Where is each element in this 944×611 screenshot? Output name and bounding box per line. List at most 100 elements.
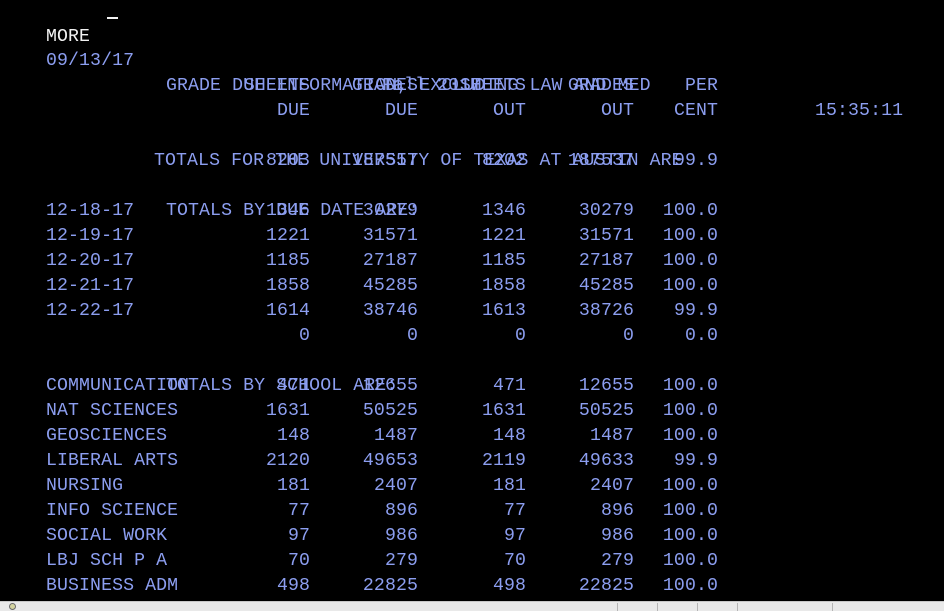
university-grades-due: 187557 xyxy=(351,151,418,171)
due-date-grades-due: 30279 xyxy=(362,201,418,221)
text-cursor xyxy=(107,17,118,19)
header-per-cent-bottom: CENT xyxy=(673,101,718,121)
school-row: NURSING 181 2407 181 2407 100.0 xyxy=(0,474,944,499)
due-date-sheets-out: 1221 xyxy=(481,226,526,246)
school-grades-out: 50525 xyxy=(578,401,634,421)
header-grades-out-bottom: OUT xyxy=(600,101,634,121)
title-line: 09/13/17 GRADE DUE INFORMATION, EXCLUDIN… xyxy=(0,24,944,121)
school-row: NAT SCIENCES 1631 50525 1631 50525 100.0 xyxy=(0,399,944,424)
due-date-grades-due: 45285 xyxy=(362,276,418,296)
due-date-row: 12-18-17 1346 30279 1346 30279 100.0 xyxy=(0,199,944,224)
school-per-cent: 100.0 xyxy=(662,551,718,571)
due-date-grades-due: 38746 xyxy=(362,301,418,321)
university-totals-row: 8203 187557 8202 187537 99.9 xyxy=(0,149,944,174)
school-grades-due: 2407 xyxy=(373,476,418,496)
school-sheets-due: 1631 xyxy=(265,401,310,421)
due-date-grades-out: 38726 xyxy=(578,301,634,321)
school-sheets-out: 498 xyxy=(492,576,526,596)
school-row: SOCIAL WORK 97 986 97 986 100.0 xyxy=(0,524,944,549)
school-row: LIBERAL ARTS 2120 49653 2119 49633 99.9 xyxy=(0,449,944,474)
school-sheets-out: 97 xyxy=(503,526,526,546)
due-date-sheets-due: 1346 xyxy=(265,201,310,221)
due-date-sheets-out: 1858 xyxy=(481,276,526,296)
header-grades-out-top: GRADES xyxy=(567,76,634,96)
due-date-per-cent: 100.0 xyxy=(662,251,718,271)
school-sheets-out: 77 xyxy=(503,501,526,521)
header-sheets-out-top: SHEETS xyxy=(459,76,526,96)
school-grades-out: 1487 xyxy=(589,426,634,446)
school-label: NURSING xyxy=(46,476,124,496)
due-date-row: 12-21-17 1858 45285 1858 45285 100.0 xyxy=(0,274,944,299)
more-prompt-line: MORE xyxy=(0,0,90,47)
header-sheets-out-bottom: OUT xyxy=(492,101,526,121)
school-row: GEOSCIENCES 148 1487 148 1487 100.0 xyxy=(0,424,944,449)
due-date-per-cent: 100.0 xyxy=(662,201,718,221)
due-date-sheets-due: 1614 xyxy=(265,301,310,321)
due-date-per-cent: 99.9 xyxy=(673,301,718,321)
school-row: INFO SCIENCE 77 896 77 896 100.0 xyxy=(0,499,944,524)
university-label-line: TOTALS FOR THE UNIVERSITY OF TEXAS AT AU… xyxy=(0,124,944,171)
school-per-cent: 100.0 xyxy=(662,501,718,521)
school-label: COMMUNICATION xyxy=(46,376,190,396)
school-per-cent: 99.9 xyxy=(673,451,718,471)
due-date-grades-due: 0 xyxy=(406,326,418,346)
school-per-cent: 100.0 xyxy=(662,426,718,446)
school-sheets-due: 2120 xyxy=(265,451,310,471)
due-date-sheets-out: 1346 xyxy=(481,201,526,221)
school-grades-due: 279 xyxy=(384,551,418,571)
due-date-label-line: TOTALS BY DUE DATE ARE: xyxy=(0,174,944,221)
session-status-icon xyxy=(9,603,16,610)
due-date-sheets-due: 1185 xyxy=(265,251,310,271)
due-date-per-cent: 100.0 xyxy=(662,226,718,246)
terminal-screen[interactable]: MORE 09/13/17 GRADE DUE INFORMATION, EXC… xyxy=(0,0,944,601)
school-row: COMMUNICATION 471 12655 471 12655 100.0 xyxy=(0,374,944,399)
school-grades-due: 1487 xyxy=(373,426,418,446)
due-date-grades-due: 27187 xyxy=(362,251,418,271)
school-sheets-due: 181 xyxy=(276,476,310,496)
column-headers-bottom: DUE DUE OUT OUT CENT xyxy=(0,99,944,124)
due-date-sheets-due: 1221 xyxy=(265,226,310,246)
school-label: LBJ SCH P A xyxy=(46,551,168,571)
due-date-sheets-due: 0 xyxy=(298,326,310,346)
school-grades-due: 896 xyxy=(384,501,418,521)
school-sheets-due: 148 xyxy=(276,426,310,446)
university-sheets-out: 8202 xyxy=(481,151,526,171)
school-grades-out: 49633 xyxy=(578,451,634,471)
school-sheets-out: 2119 xyxy=(481,451,526,471)
due-date-row: 12-20-17 1185 27187 1185 27187 100.0 xyxy=(0,249,944,274)
due-date-sheets-due: 1858 xyxy=(265,276,310,296)
school-grades-due: 986 xyxy=(384,526,418,546)
due-date-grades-out: 30279 xyxy=(578,201,634,221)
term-line: Fall 2017 xyxy=(0,49,944,96)
school-grades-due: 50525 xyxy=(362,401,418,421)
school-row: LBJ SCH P A 70 279 70 279 100.0 xyxy=(0,549,944,574)
due-date-sheets-out: 1613 xyxy=(481,301,526,321)
header-sheets-due-top: SHEETS xyxy=(243,76,310,96)
school-label: GEOSCIENCES xyxy=(46,426,168,446)
school-per-cent: 100.0 xyxy=(662,376,718,396)
university-grades-out: 187537 xyxy=(567,151,634,171)
due-date-per-cent: 0.0 xyxy=(684,326,718,346)
school-sheets-out: 471 xyxy=(492,376,526,396)
due-date-grades-out: 0 xyxy=(622,326,634,346)
school-label: INFO SCIENCE xyxy=(46,501,179,521)
due-date-label: 12-22-17 xyxy=(46,301,135,321)
header-sheets-due-bottom: DUE xyxy=(276,101,310,121)
due-date-label: 12-18-17 xyxy=(46,201,135,221)
due-date-grades-out: 31571 xyxy=(578,226,634,246)
school-sheets-out: 181 xyxy=(492,476,526,496)
due-date-row: 12-19-17 1221 31571 1221 31571 100.0 xyxy=(0,224,944,249)
school-grades-out: 22825 xyxy=(578,576,634,596)
header-grades-due-top: GRADES xyxy=(351,76,418,96)
school-per-cent: 100.0 xyxy=(662,576,718,596)
due-date-row: 12-22-17 1614 38746 1613 38726 99.9 xyxy=(0,299,944,324)
school-sheets-due: 77 xyxy=(287,501,310,521)
school-grades-out: 2407 xyxy=(589,476,634,496)
school-grades-due: 22825 xyxy=(362,576,418,596)
header-per-cent-top: PER xyxy=(684,76,718,96)
school-per-cent: 100.0 xyxy=(662,401,718,421)
due-date-sheets-out: 1185 xyxy=(481,251,526,271)
university-sheets-due: 8203 xyxy=(265,151,310,171)
school-per-cent: 100.0 xyxy=(662,476,718,496)
due-date-per-cent: 100.0 xyxy=(662,276,718,296)
